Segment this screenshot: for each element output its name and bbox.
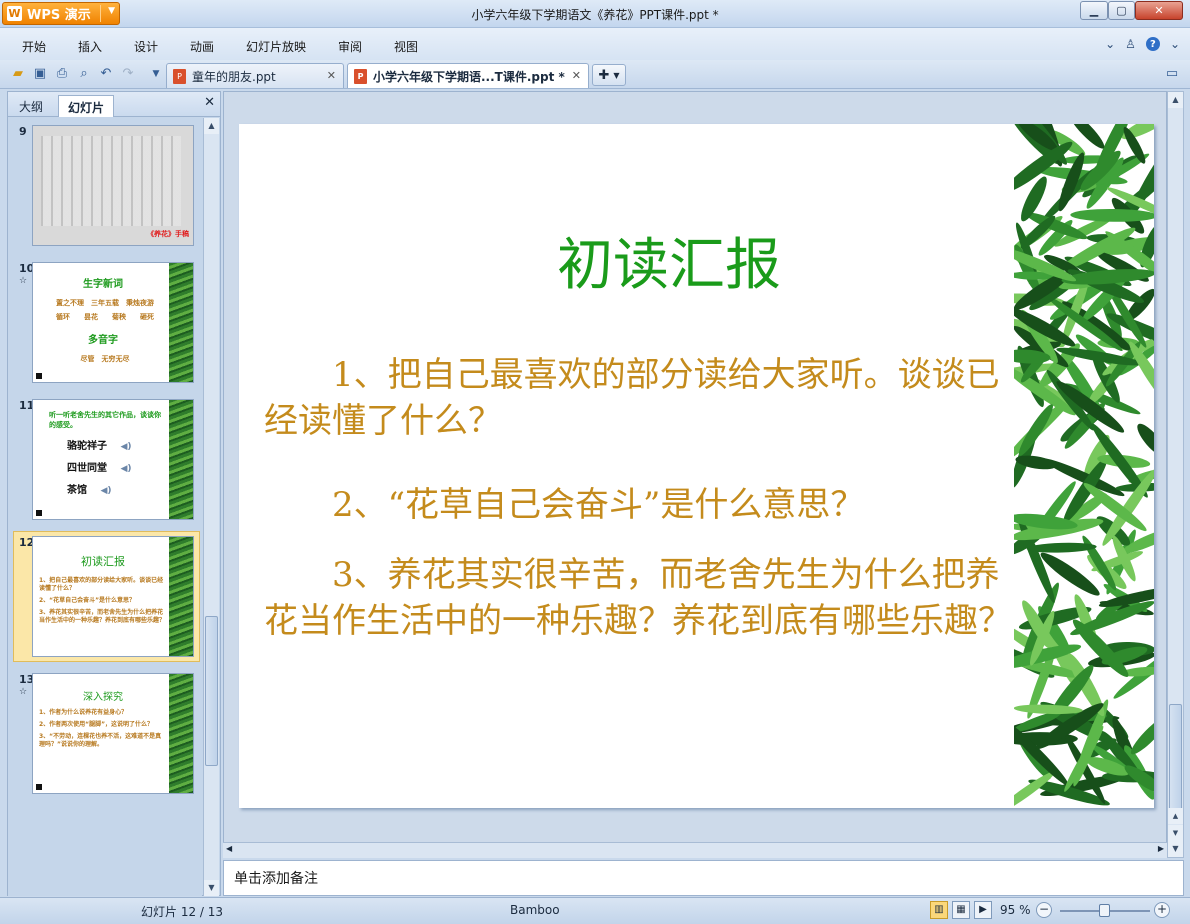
- status-theme-name: Bamboo: [510, 903, 560, 917]
- slide-title[interactable]: 初读汇报: [239, 220, 1099, 301]
- close-panel-icon[interactable]: ✕: [204, 95, 215, 110]
- thumb-item: 四世同堂: [67, 463, 107, 474]
- menu-slideshow[interactable]: 幻灯片放映: [246, 38, 306, 55]
- animation-star-icon: ☆: [19, 687, 28, 697]
- panel-tabs: 大纲 幻灯片 ✕: [8, 92, 220, 117]
- menu-review[interactable]: 审阅: [338, 38, 362, 55]
- thumbnail-slide-13[interactable]: 深入探究 1、作者为什么说养花有益身心？ 2、作者两次使用“腿脚”，这说明了什么…: [32, 673, 194, 794]
- slide-paragraph-2[interactable]: 2、“花草自己会奋斗”是什么意思？: [264, 482, 1024, 528]
- thumbnail-slide-9[interactable]: 《养花》手稿: [32, 125, 194, 246]
- menu-insert[interactable]: 插入: [78, 38, 102, 55]
- thumbnail-scrollbar[interactable]: ▲ ▼: [203, 118, 219, 896]
- sorter-view-icon[interactable]: ▦: [952, 901, 970, 919]
- scroll-down-icon[interactable]: ▼: [204, 880, 219, 896]
- thumb-line: 尽管 无穷无尽: [80, 355, 130, 363]
- thumbnail-list: 9 《养花》手稿 10 ☆ 生字新词 置之不理 三年五载 秉烛夜游 循环 昙花 …: [8, 118, 202, 896]
- zoom-level[interactable]: 95 %: [1000, 903, 1031, 917]
- thumb-line: 置之不理 三年五载 秉烛夜游: [56, 299, 154, 307]
- next-slide-icon[interactable]: ▼: [1168, 825, 1183, 841]
- slide-editor: 初读汇报 1、把自己最喜欢的部分读给大家听。谈谈已经读懂了什么？ 2、“花草自己…: [223, 91, 1167, 858]
- scroll-up-icon[interactable]: ▲: [1168, 92, 1183, 108]
- doc-tab-label: 童年的朋友.ppt: [192, 69, 276, 84]
- help-icon[interactable]: ?: [1145, 37, 1160, 51]
- thumb-title: 生字新词: [83, 279, 123, 290]
- thumbnail-slide-11[interactable]: 听一听老舍先生的其它作品，谈谈你的感受。 骆驼祥子 ◀) 四世同堂 ◀) 茶馆 …: [32, 399, 194, 520]
- normal-view-icon[interactable]: ▥: [930, 901, 948, 919]
- toolbar-dropdown-icon[interactable]: ▼: [148, 66, 164, 82]
- slide-scrollbar[interactable]: ▲ ▲ ▼ ▼: [1167, 91, 1184, 858]
- menu-design[interactable]: 设计: [134, 38, 158, 55]
- slideshow-view-icon[interactable]: ▶: [974, 901, 992, 919]
- doc-tab-2[interactable]: P 小学六年级下学期语...T课件.ppt * ✕: [347, 63, 589, 88]
- undo-icon[interactable]: ↶: [98, 66, 114, 82]
- tab-outline[interactable]: 大纲: [10, 95, 52, 117]
- thumbnail-slide-12[interactable]: 初读汇报 1、把自己最喜欢的部分读给大家听。谈谈已经读懂了什么？ 2、“花草自己…: [32, 536, 194, 657]
- chevron-down-icon: ▼: [613, 70, 620, 80]
- slides-panel: 大纲 幻灯片 ✕ 9 《养花》手稿 10 ☆ 生字新词 置之不理 三年五载 秉烛…: [7, 91, 221, 896]
- speaker-icon: ◀): [100, 486, 112, 496]
- scroll-down-icon[interactable]: ▼: [1168, 841, 1183, 857]
- menu-view[interactable]: 视图: [394, 38, 418, 55]
- thumb-item: 骆驼祥子: [67, 441, 107, 452]
- quick-toolbar: ▰ ▣ ⎙ ⌕ ↶ ↷ ▼ P 童年的朋友.ppt ✕ P 小学六年级下学期语.…: [0, 60, 1190, 89]
- close-window-button[interactable]: ✕: [1135, 1, 1183, 20]
- current-slide[interactable]: 初读汇报 1、把自己最喜欢的部分读给大家听。谈谈已经读懂了什么？ 2、“花草自己…: [239, 124, 1154, 808]
- status-bar: 幻灯片 12 / 13 Bamboo ▥ ▦ ▶ 95 % − +: [0, 897, 1190, 924]
- doc-tab-label: 小学六年级下学期语...T课件.ppt *: [373, 69, 565, 84]
- slide-paragraph-3[interactable]: 3、养花其实很辛苦，而老舍先生为什么把养花当作生活中的一种乐趣？养花到底有哪些乐…: [264, 552, 1024, 644]
- scroll-up-icon[interactable]: ▲: [204, 118, 219, 134]
- close-tab-icon[interactable]: ✕: [327, 69, 336, 82]
- zoom-out-icon[interactable]: −: [1036, 902, 1052, 918]
- chevron-down-icon[interactable]: ⌄: [1170, 37, 1180, 51]
- ppt-file-icon: P: [173, 68, 186, 84]
- thumb-title: 初读汇报: [81, 555, 125, 568]
- notes-pane[interactable]: 单击添加备注: [223, 860, 1184, 896]
- thumbnail-slide-10[interactable]: 生字新词 置之不理 三年五载 秉烛夜游 循环 昙花 菊秧 砸死 多音字 尽管 无…: [32, 262, 194, 383]
- scroll-right-icon[interactable]: ▶: [1158, 844, 1164, 853]
- collapse-ribbon-icon[interactable]: ⌄: [1105, 37, 1115, 51]
- menu-animation[interactable]: 动画: [190, 38, 214, 55]
- doc-tab-1[interactable]: P 童年的朋友.ppt ✕: [166, 63, 344, 88]
- window-layout-icon[interactable]: ▭: [1164, 66, 1180, 82]
- previous-slide-icon[interactable]: ▲: [1168, 808, 1183, 824]
- horizontal-scrollbar[interactable]: ◀ ▶: [223, 842, 1167, 858]
- scroll-thumb[interactable]: [1169, 704, 1182, 816]
- thumb-item: 茶馆: [67, 485, 87, 496]
- print-preview-icon[interactable]: ⌕: [76, 66, 92, 82]
- ppt-file-icon: P: [354, 68, 367, 84]
- zoom-slider-knob[interactable]: [1099, 904, 1110, 917]
- title-bar: W WPS 演示 ▼ 小学六年级下学期语文《养花》PPT课件.ppt * ▁ ▢…: [0, 0, 1190, 28]
- thumb-caption: 《养花》手稿: [147, 230, 189, 238]
- thumb-number: 9: [19, 125, 27, 138]
- scroll-thumb[interactable]: [205, 616, 218, 766]
- redo-icon[interactable]: ↷: [120, 66, 136, 82]
- new-tab-button[interactable]: ✚ ▼: [592, 64, 626, 86]
- save-icon[interactable]: ▣: [32, 66, 48, 82]
- plus-icon: ✚: [598, 67, 610, 83]
- thumb-line: 循环 昙花 菊秧 砸死: [56, 313, 154, 321]
- open-folder-icon[interactable]: ▰: [10, 66, 26, 82]
- speaker-icon: ◀): [120, 464, 132, 474]
- maximize-button[interactable]: ▢: [1108, 1, 1135, 20]
- tab-slides[interactable]: 幻灯片: [58, 95, 115, 117]
- print-icon[interactable]: ⎙: [54, 66, 70, 82]
- scroll-left-icon[interactable]: ◀: [226, 844, 232, 853]
- speaker-icon: ◀): [120, 442, 132, 452]
- notes-placeholder: 单击添加备注: [234, 871, 318, 887]
- status-slide-counter: 幻灯片 12 / 13: [141, 905, 224, 919]
- close-tab-icon[interactable]: ✕: [572, 69, 581, 82]
- skin-shirt-icon[interactable]: ♙: [1125, 37, 1136, 51]
- window-title: 小学六年级下学期语文《养花》PPT课件.ppt *: [471, 8, 719, 22]
- thumb-title: 深入探究: [83, 692, 123, 703]
- slide-paragraph-1[interactable]: 1、把自己最喜欢的部分读给大家听。谈谈已经读懂了什么？: [264, 352, 1024, 444]
- thumb-title: 多音字: [88, 335, 118, 346]
- animation-star-icon: ☆: [19, 276, 28, 286]
- zoom-in-icon[interactable]: +: [1154, 902, 1170, 918]
- minimize-button[interactable]: ▁: [1080, 1, 1108, 20]
- menu-bar: 开始 插入 设计 动画 幻灯片放映 审阅 视图 ⌄ ♙ ? ⌄: [0, 28, 1190, 60]
- menu-home[interactable]: 开始: [22, 38, 46, 55]
